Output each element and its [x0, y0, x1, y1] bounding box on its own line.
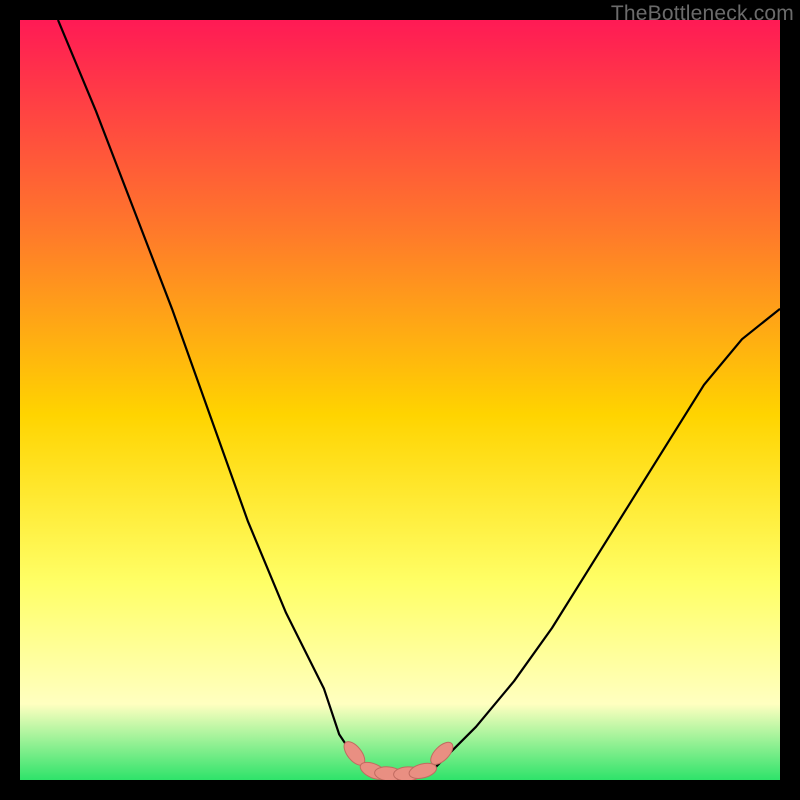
gradient-background	[20, 20, 780, 780]
plot-area	[20, 20, 780, 780]
chart-frame: TheBottleneck.com	[0, 0, 800, 800]
watermark-label: TheBottleneck.com	[611, 2, 794, 26]
chart-svg	[20, 20, 780, 780]
